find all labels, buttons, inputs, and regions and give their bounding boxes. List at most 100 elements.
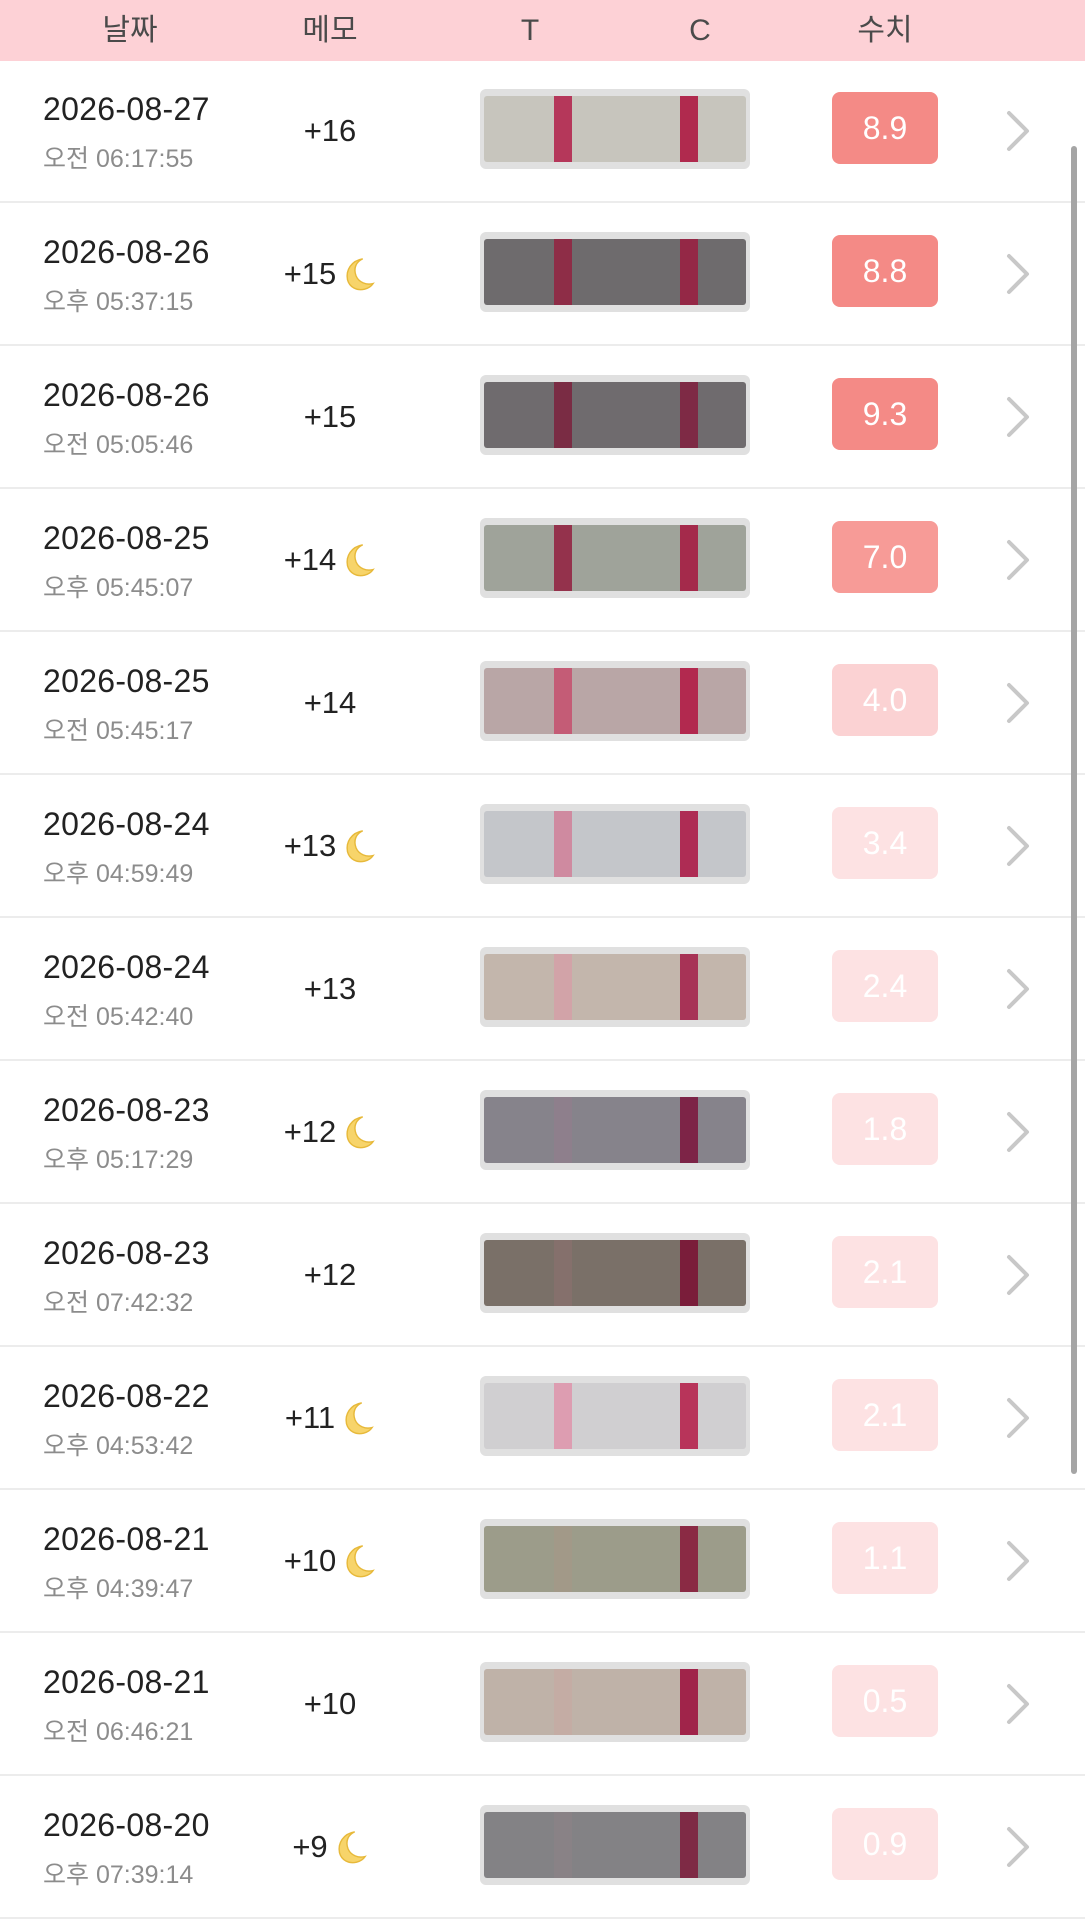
row-time: 오전 05:42:40 (43, 1003, 194, 1031)
memo-text: +16 (303, 113, 357, 148)
c-line (680, 1812, 698, 1878)
c-line (680, 96, 698, 162)
chevron-right-icon[interactable] (1003, 395, 1033, 439)
chevron-right-icon[interactable] (1003, 1110, 1033, 1154)
row-memo: +15 (250, 347, 410, 487)
table-row[interactable]: 2026-08-21 오후 04:39:47 +10 1.1 (0, 1491, 1085, 1633)
t-line (554, 96, 572, 162)
chevron-right-icon[interactable] (1003, 109, 1033, 153)
memo-text: +11 (284, 1400, 336, 1435)
memo-text: +9 (292, 1829, 328, 1864)
memo-text: +14 (283, 542, 337, 577)
row-date: 2026-08-25 (43, 663, 210, 699)
table-row[interactable]: 2026-08-23 오전 07:42:32 +12 2.1 (0, 1205, 1085, 1347)
value-badge: 2.4 (832, 950, 938, 1022)
test-strip-image (480, 89, 750, 169)
row-time: 오후 04:59:49 (43, 860, 194, 888)
scrollbar[interactable] (1071, 146, 1077, 1474)
chevron-right-icon[interactable] (1003, 1682, 1033, 1726)
c-line (680, 954, 698, 1020)
row-memo: +13 (250, 776, 410, 916)
row-date: 2026-08-26 (43, 234, 210, 270)
row-time: 오전 06:46:21 (43, 1718, 194, 1746)
t-line (554, 525, 572, 591)
value-badge: 3.4 (832, 807, 938, 879)
test-strip-image (480, 1376, 750, 1456)
chevron-right-icon[interactable] (1003, 967, 1033, 1011)
t-line (554, 1097, 572, 1163)
c-line (680, 668, 698, 734)
row-time: 오전 05:05:46 (43, 431, 194, 459)
chevron-right-icon[interactable] (1003, 824, 1033, 868)
row-memo: +11 (250, 1348, 410, 1488)
value-badge: 9.3 (832, 378, 938, 450)
crescent-moon-icon (338, 255, 376, 293)
memo-text: +13 (303, 971, 357, 1006)
c-line (680, 239, 698, 305)
chevron-right-icon[interactable] (1003, 1253, 1033, 1297)
row-time: 오후 05:17:29 (43, 1146, 194, 1174)
row-time: 오후 05:45:07 (43, 574, 194, 602)
row-memo: +9 (250, 1777, 410, 1917)
test-strip-image (480, 1662, 750, 1742)
chevron-right-icon[interactable] (1003, 1539, 1033, 1583)
row-time: 오전 05:45:17 (43, 717, 194, 745)
memo-text: +12 (303, 1257, 357, 1292)
test-strip-image (480, 1090, 750, 1170)
row-date: 2026-08-21 (43, 1664, 210, 1700)
chevron-right-icon[interactable] (1003, 538, 1033, 582)
c-line (680, 1240, 698, 1306)
header-date: 날짜 (102, 14, 158, 47)
table-row[interactable]: 2026-08-27 오전 06:17:55 +16 8.9 (0, 61, 1085, 203)
row-date: 2026-08-20 (43, 1807, 210, 1843)
c-line (680, 1526, 698, 1592)
table-row[interactable]: 2026-08-22 오후 04:53:42 +11 2.1 (0, 1348, 1085, 1490)
row-time: 오전 06:17:55 (43, 145, 194, 173)
row-memo: +10 (250, 1634, 410, 1774)
value-badge: 8.8 (832, 235, 938, 307)
row-memo: +14 (250, 490, 410, 630)
row-time: 오후 04:53:42 (43, 1432, 194, 1460)
memo-text: +15 (303, 399, 357, 434)
chevron-right-icon[interactable] (1003, 252, 1033, 296)
t-line (554, 668, 572, 734)
value-badge: 8.9 (832, 92, 938, 164)
table-header: 날짜 메모 T C 수치 (0, 0, 1085, 61)
memo-text: +10 (283, 1543, 337, 1578)
chevron-right-icon[interactable] (1003, 1396, 1033, 1440)
header-memo: 메모 (302, 14, 358, 47)
value-badge: 0.9 (832, 1808, 938, 1880)
row-date: 2026-08-25 (43, 520, 210, 556)
table-row[interactable]: 2026-08-26 오후 05:37:15 +15 8.8 (0, 204, 1085, 346)
table-row[interactable]: 2026-08-26 오전 05:05:46 +15 9.3 (0, 347, 1085, 489)
crescent-moon-icon (338, 1542, 376, 1580)
row-memo: +14 (250, 633, 410, 773)
table-row[interactable]: 2026-08-21 오전 06:46:21 +10 0.5 (0, 1634, 1085, 1776)
test-strip-image (480, 1233, 750, 1313)
row-date: 2026-08-26 (43, 377, 210, 413)
row-memo: +10 (250, 1491, 410, 1631)
table-row[interactable]: 2026-08-24 오전 05:42:40 +13 2.4 (0, 919, 1085, 1061)
header-c: C (689, 14, 711, 47)
t-line (554, 1240, 572, 1306)
table-row[interactable]: 2026-08-25 오후 05:45:07 +14 7.0 (0, 490, 1085, 632)
t-line (554, 239, 572, 305)
value-badge: 0.5 (832, 1665, 938, 1737)
chevron-right-icon[interactable] (1003, 1825, 1033, 1869)
value-badge: 1.1 (832, 1522, 938, 1594)
c-line (680, 811, 698, 877)
table-row[interactable]: 2026-08-23 오후 05:17:29 +12 1.8 (0, 1062, 1085, 1204)
c-line (680, 1669, 698, 1735)
chevron-right-icon[interactable] (1003, 681, 1033, 725)
test-strip-image (480, 518, 750, 598)
test-strip-image (480, 804, 750, 884)
table-row[interactable]: 2026-08-25 오전 05:45:17 +14 4.0 (0, 633, 1085, 775)
t-line (554, 1812, 572, 1878)
row-time: 오후 04:39:47 (43, 1575, 194, 1603)
table-row[interactable]: 2026-08-20 오후 07:39:14 +9 0.9 (0, 1777, 1085, 1919)
header-t: T (520, 14, 540, 47)
test-strip-image (480, 947, 750, 1027)
row-memo: +12 (250, 1205, 410, 1345)
value-badge: 7.0 (832, 521, 938, 593)
table-row[interactable]: 2026-08-24 오후 04:59:49 +13 3.4 (0, 776, 1085, 918)
